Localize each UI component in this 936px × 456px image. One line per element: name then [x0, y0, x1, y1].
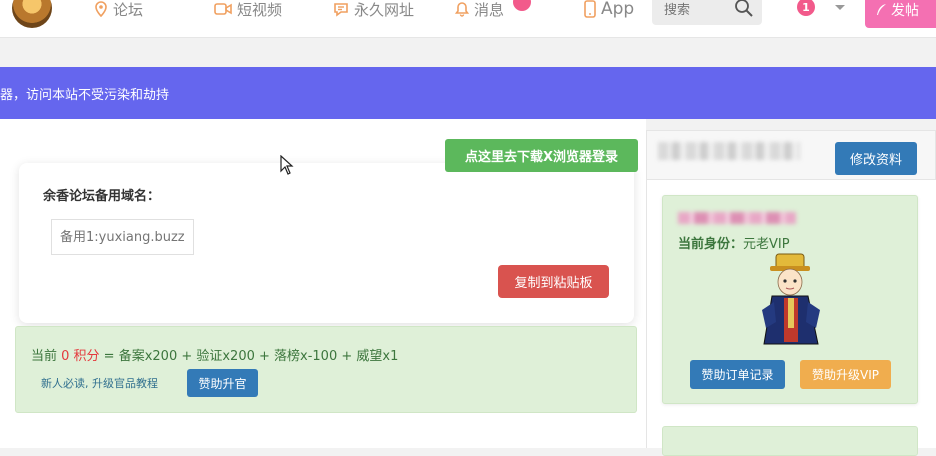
chevron-down-icon[interactable] — [834, 4, 846, 12]
blurred-username — [658, 142, 800, 160]
newbie-guide-link[interactable]: 新人必读, 升级官品教程 — [41, 375, 158, 391]
official-avatar-image — [762, 253, 820, 345]
browser-notice-banner: 器，访问本站不受污染和劫持 — [0, 67, 936, 119]
sponsor-order-history-button[interactable]: 赞助订单记录 — [690, 360, 785, 389]
feather-pen-icon — [877, 4, 886, 15]
edit-profile-button[interactable]: 修改资料 — [835, 142, 917, 175]
download-browser-button[interactable]: 点这里去下载X浏览器登录 — [445, 139, 638, 172]
nav-messages-label: 消息 — [474, 0, 505, 19]
mobile-phone-icon — [584, 0, 596, 18]
points-panel — [15, 326, 637, 413]
sponsor-promote-button[interactable]: 赞助升官 — [187, 369, 258, 397]
nav-short-video[interactable]: 短视频 — [214, 0, 283, 19]
identity-line: 当前身份：元老VIP — [678, 233, 790, 252]
backup-domain-input[interactable] — [51, 219, 194, 255]
search-box — [652, 0, 762, 25]
identity-value: 元老VIP — [743, 237, 790, 252]
nav-forum-label: 论坛 — [113, 0, 144, 19]
message-count-badge — [513, 0, 532, 11]
nav-app-label: App — [601, 0, 635, 19]
search-input[interactable] — [662, 0, 736, 20]
nav-app[interactable]: App — [584, 0, 635, 19]
backup-domain-title: 余香论坛备用域名： — [43, 189, 161, 204]
post-button[interactable]: 发帖 — [865, 0, 936, 28]
nav-messages[interactable]: 消息 — [455, 0, 532, 19]
nav-short-video-label: 短视频 — [237, 0, 283, 19]
message-icon — [334, 2, 348, 17]
nav-forum[interactable]: 论坛 — [94, 0, 144, 19]
banner-text: 器，访问本站不受污染和劫持 — [0, 87, 170, 103]
post-button-label: 发帖 — [891, 3, 919, 19]
location-pin-icon — [95, 1, 107, 17]
points-score: 0 积分 — [61, 349, 100, 364]
sponsor-upgrade-vip-button[interactable]: 赞助升级VIP — [800, 360, 891, 389]
identity-label: 当前身份： — [678, 237, 744, 252]
points-formula-text: = 备案x200 + 验证x200 + 落榜x-100 + 威望x1 — [99, 349, 399, 364]
points-prefix: 当前 — [31, 349, 62, 364]
mouse-cursor-icon — [280, 155, 294, 175]
video-camera-icon — [214, 3, 232, 15]
nav-permanent-url-label: 永久网址 — [354, 0, 415, 19]
points-formula: 当前 0 积分 = 备案x200 + 验证x200 + 落榜x-100 + 威望… — [31, 345, 398, 364]
bell-icon — [455, 2, 469, 17]
blurred-user-title — [678, 212, 796, 224]
next-sidebar-card — [662, 426, 918, 456]
copy-to-clipboard-button[interactable]: 复制到粘贴板 — [498, 265, 609, 298]
search-icon[interactable] — [734, 0, 754, 18]
nav-permanent-url[interactable]: 永久网址 — [333, 0, 415, 19]
